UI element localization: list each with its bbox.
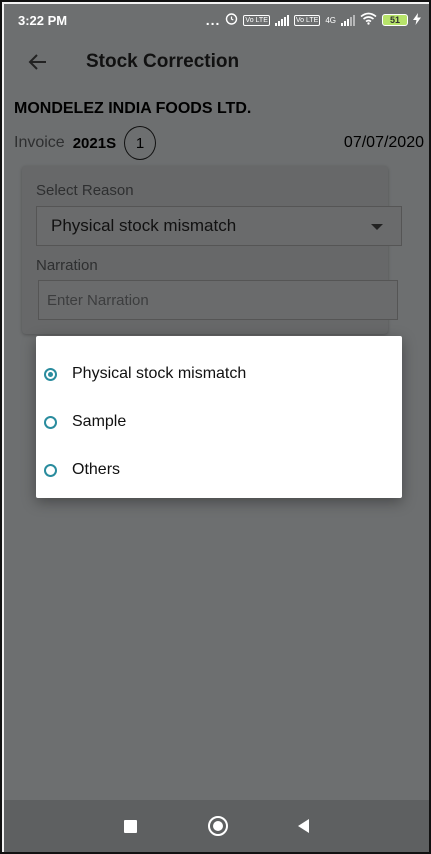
system-nav-bar — [4, 800, 429, 852]
invoice-label: Invoice — [14, 134, 65, 151]
radio-unselected-icon[interactable] — [44, 463, 57, 477]
alarm-icon — [225, 12, 238, 28]
recents-square-icon[interactable] — [124, 820, 137, 833]
wifi-icon — [360, 12, 377, 28]
page-title: Stock Correction — [86, 51, 240, 72]
reason-dropdown[interactable]: Physical stock mismatch — [36, 206, 402, 246]
chevron-down-icon — [371, 224, 383, 230]
more-dots-icon: ... — [205, 12, 221, 28]
narration-label: Narration — [36, 257, 98, 274]
status-bar: 3:22 PM ... Vo LTE Vo LTE 4G 51 — [4, 4, 429, 36]
radio-selected-icon[interactable] — [44, 367, 57, 381]
invoice-row: Invoice 2021S 1 07/07/2020 — [14, 126, 424, 160]
device-frame: 3:22 PM ... Vo LTE Vo LTE 4G 51 Stock Co… — [0, 0, 431, 854]
volte-icon-2: Vo LTE — [293, 14, 321, 26]
invoice-count-badge: 1 — [124, 126, 157, 160]
reason-picker-dialog: Physical stock mismatch Sample Others — [36, 336, 402, 498]
invoice-date: 07/07/2020 — [343, 134, 424, 151]
arrow-left-icon[interactable] — [26, 50, 50, 74]
home-circle-icon[interactable] — [208, 816, 228, 836]
reason-option-physical-stock-mismatch[interactable]: Physical stock mismatch — [36, 350, 402, 398]
app-bar: Stock Correction — [4, 36, 429, 88]
option-label: Sample — [72, 413, 127, 430]
reason-dropdown-value: Physical stock mismatch — [51, 216, 237, 235]
invoice-number: 2021S — [72, 134, 117, 152]
select-reason-label: Select Reason — [36, 182, 134, 199]
reason-option-sample[interactable]: Sample — [36, 398, 402, 446]
reason-option-others[interactable]: Others — [36, 446, 402, 494]
signal-icon-2 — [341, 14, 355, 26]
volte-icon-1: Vo LTE — [243, 14, 270, 26]
option-label: Others — [72, 461, 121, 478]
charging-bolt-icon — [413, 12, 421, 28]
back-triangle-icon[interactable] — [298, 819, 309, 833]
status-time: 3:22 PM — [18, 12, 68, 28]
option-label: Physical stock mismatch — [72, 365, 247, 382]
narration-input[interactable] — [38, 280, 398, 320]
network-type-label: 4G — [325, 15, 336, 25]
company-name: MONDELEZ INDIA FOODS LTD. — [14, 100, 252, 117]
status-icons: ... Vo LTE Vo LTE 4G 51 — [206, 12, 421, 28]
radio-unselected-icon[interactable] — [44, 415, 57, 429]
signal-icon-1 — [274, 14, 289, 26]
battery-icon: 51 — [382, 14, 408, 26]
